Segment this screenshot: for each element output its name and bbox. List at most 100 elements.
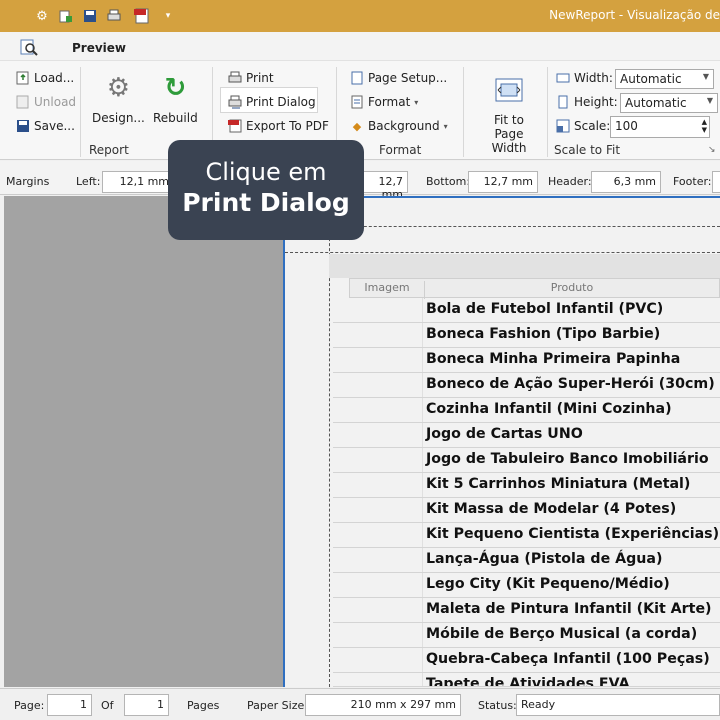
rebuild-button[interactable]: ↻ Rebuild	[153, 71, 198, 125]
header-margin-label: Header:	[548, 175, 592, 188]
file-menu-icon[interactable]	[18, 38, 40, 58]
chevron-down-icon: ▼	[706, 96, 713, 105]
gear-icon[interactable]: ⚙	[34, 8, 50, 24]
table-row: Bola de Futebol Infantil (PVC)	[333, 298, 720, 323]
table-row: Quebra-Cabeça Infantil (100 Peças)	[333, 648, 720, 673]
right-margin-field[interactable]: 12,7 mm	[360, 171, 408, 201]
pages-label: Pages	[187, 699, 220, 712]
scale-input[interactable]: 100 ▲ ▼	[610, 116, 710, 138]
column-header-image: Imagem	[364, 281, 410, 294]
table-row: Tapete de Atividades EVA	[333, 673, 720, 687]
title-bar: ⚙ ▾ NewReport - Visualização de	[0, 0, 720, 32]
load-button[interactable]: Load...	[16, 71, 74, 85]
unload-icon	[16, 95, 30, 109]
chevron-down-icon: ▼	[702, 72, 709, 81]
page-count-field: 1	[124, 694, 169, 716]
group-separator	[463, 67, 464, 157]
pdf-icon[interactable]	[134, 8, 150, 24]
status-field: Ready	[516, 694, 720, 716]
scale-label: Scale:	[556, 119, 610, 133]
table-row: Jogo de Tabuleiro Banco Imobiliário	[333, 448, 720, 473]
header-margin-field[interactable]: 6,3 mm	[591, 171, 661, 193]
status-bar: Page: 1 Of 1 Pages Paper Size: 210 mm x …	[0, 688, 720, 720]
save-icon	[16, 119, 30, 133]
table-row: Maleta de Pintura Infantil (Kit Arte)	[333, 598, 720, 623]
table-row: Boneca Minha Primeira Papinha	[333, 348, 720, 373]
group-label-report: Report	[89, 143, 129, 157]
design-button[interactable]: ⚙ Design...	[92, 71, 145, 125]
page-setup-button[interactable]: Page Setup...	[350, 71, 447, 85]
paint-bucket-icon: ◆	[352, 119, 362, 133]
height-select[interactable]: Automatic ▼	[620, 93, 718, 113]
tooltip-line-1: Clique em	[205, 158, 327, 186]
table-row: Kit Pequeno Cientista (Experiências)	[333, 523, 720, 548]
footer-margin-label: Footer:	[673, 175, 712, 188]
fit-to-page-width-button[interactable]: Fit to Page Width	[478, 73, 540, 155]
table-row: Lança-Água (Pistola de Água)	[333, 548, 720, 573]
bottom-margin-field[interactable]: 12,7 mm	[468, 171, 538, 193]
customize-icon[interactable]: ▾	[160, 8, 176, 24]
format-icon	[350, 95, 364, 109]
page-setup-icon	[350, 71, 364, 85]
pdf-icon	[228, 119, 242, 133]
page-header-band	[329, 254, 720, 278]
instruction-tooltip: Clique em Print Dialog	[168, 140, 364, 240]
save-button[interactable]: Save...	[16, 119, 75, 133]
group-separator	[547, 67, 548, 157]
group-separator	[80, 67, 81, 157]
left-margin-label: Left:	[76, 175, 101, 188]
printer-dialog-icon	[228, 95, 242, 109]
save-icon[interactable]	[82, 8, 98, 24]
print-dialog-button[interactable]: Print Dialog	[228, 95, 316, 109]
table-row: Kit Massa de Modelar (4 Potes)	[333, 498, 720, 523]
footer-margin-field[interactable]	[712, 171, 720, 193]
print-button[interactable]: Print	[228, 71, 274, 85]
table-row: Jogo de Cartas UNO	[333, 423, 720, 448]
page-label: Page:	[14, 699, 45, 712]
table-row: Boneca Fashion (Tipo Barbie)	[333, 323, 720, 348]
scale-icon	[556, 119, 570, 133]
column-header-product: Produto	[424, 281, 719, 299]
printer-icon	[228, 71, 242, 85]
format-button[interactable]: Format ▾	[350, 95, 418, 109]
table-row: Boneco de Ação Super-Herói (30cm)	[333, 373, 720, 398]
table-row: Lego City (Kit Pequeno/Médio)	[333, 573, 720, 598]
dialog-launcher-icon[interactable]: ↘	[708, 145, 716, 155]
margin-guide	[285, 252, 720, 253]
group-label-format: Format	[379, 143, 422, 157]
scale-spinner[interactable]: ▲ ▼	[702, 118, 707, 134]
tooltip-line-2: Print Dialog	[182, 188, 350, 217]
bottom-margin-label: Bottom:	[426, 175, 471, 188]
unload-button[interactable]: Unload	[16, 95, 76, 109]
group-label-scale: Scale to Fit	[554, 143, 621, 157]
paper-size-field: 210 mm x 297 mm	[305, 694, 461, 716]
chevron-down-icon: ▾	[443, 121, 448, 131]
width-label: Width:	[556, 71, 613, 85]
window-title: NewReport - Visualização de	[549, 8, 720, 22]
status-label: Status:	[478, 699, 517, 712]
add-icon[interactable]	[58, 8, 74, 24]
table-row: Kit 5 Carrinhos Miniatura (Metal)	[333, 473, 720, 498]
tab-preview[interactable]: Preview	[72, 41, 126, 55]
height-label: Height:	[556, 95, 618, 109]
margin-guide	[329, 226, 720, 227]
export-pdf-button[interactable]: Export To PDF	[228, 119, 329, 133]
background-button[interactable]: ◆ Background ▾	[350, 119, 448, 133]
gear-icon: ⚙	[106, 73, 131, 103]
ribbon-tabs: Preview	[0, 32, 720, 62]
table-row: Cozinha Infantil (Mini Cozinha)	[333, 398, 720, 423]
chevron-down-icon: ▾	[414, 97, 419, 107]
paper-size-label: Paper Size:	[247, 699, 308, 712]
width-icon	[556, 71, 570, 85]
print-icon[interactable]	[106, 8, 122, 24]
height-icon	[556, 95, 570, 109]
left-margin-field[interactable]: 12,1 mm	[102, 171, 174, 193]
table-header: Imagem Produto	[349, 278, 720, 299]
refresh-icon: ↻	[164, 73, 187, 103]
fit-width-icon	[492, 73, 526, 107]
load-icon	[16, 71, 30, 85]
width-select[interactable]: Automatic ▼	[615, 69, 714, 89]
table-row: Móbile de Berço Musical (a corda)	[333, 623, 720, 648]
page-number-field[interactable]: 1	[47, 694, 92, 716]
of-label: Of	[101, 699, 114, 712]
